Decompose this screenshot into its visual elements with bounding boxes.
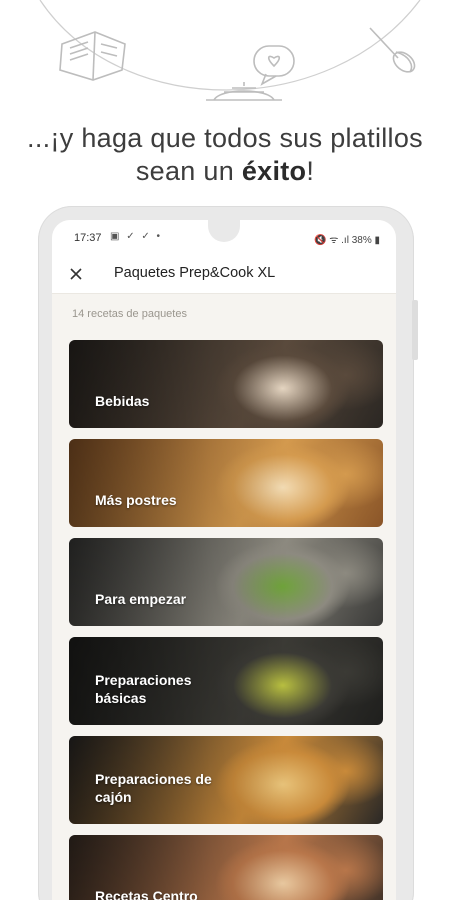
- chat-bubble-icon: [253, 45, 295, 86]
- package-card[interactable]: Más postres: [69, 439, 383, 527]
- whisk-icon: [369, 27, 416, 73]
- package-list: Bebidas Más postres Para empezar Preparacio…: [69, 340, 383, 900]
- promo-headline: ...¡y haga que todos sus platillos sean …: [0, 122, 450, 188]
- close-button[interactable]: [64, 262, 88, 286]
- package-card[interactable]: Recetas Centro: [69, 835, 383, 900]
- recipe-count: 14 recetas de paquetes: [72, 308, 187, 320]
- package-card-label: Para empezar: [95, 591, 187, 607]
- package-card-overlay: [69, 439, 383, 527]
- package-card-label: Recetas Centro: [95, 888, 198, 900]
- package-card-overlay: [69, 538, 383, 626]
- page-title: Paquetes Prep&Cook XL: [114, 265, 276, 281]
- plate-icon: [206, 82, 282, 101]
- app-bar: Paquetes Prep&Cook XL: [52, 254, 396, 294]
- package-card[interactable]: Preparaciones de cajón: [69, 736, 383, 824]
- package-card-label: Más postres: [95, 492, 177, 508]
- book-icon: [59, 31, 126, 81]
- status-time: 17:37: [74, 232, 102, 244]
- package-card[interactable]: Bebidas: [69, 340, 383, 428]
- package-card-label: Bebidas: [95, 393, 150, 409]
- app-screen: 17:37 ▣ ✓ ✓ • 🔇 ᯤ .ıl 38% ▮ Paquetes Pre…: [52, 220, 396, 900]
- package-card-overlay: [69, 340, 383, 428]
- status-system-icons: 🔇 ᯤ .ıl 38% ▮: [314, 235, 380, 246]
- headline-line1: ...¡y haga que todos sus platillos: [27, 123, 423, 153]
- package-card-label: Preparaciones básicas: [95, 672, 192, 706]
- headline-line2-suffix: !: [306, 156, 315, 186]
- package-card[interactable]: Preparaciones básicas: [69, 637, 383, 725]
- package-card-label: Preparaciones de cajón: [95, 771, 212, 805]
- headline-line2: sean un éxito!: [0, 155, 450, 188]
- package-card[interactable]: Para empezar: [69, 538, 383, 626]
- status-notification-icons: ▣ ✓ ✓ •: [110, 231, 163, 242]
- promo-illustration: [0, 0, 450, 120]
- headline-emphasis: éxito: [241, 156, 307, 186]
- headline-line2-prefix: sean un: [135, 156, 242, 186]
- close-icon: [70, 268, 82, 280]
- phone-side-button: [412, 300, 418, 360]
